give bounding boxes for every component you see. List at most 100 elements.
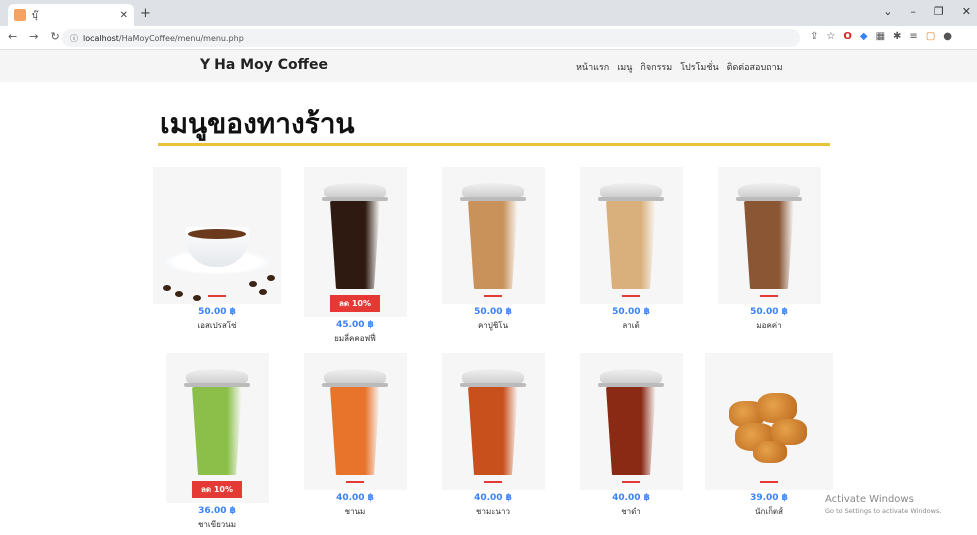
menu-item-price: 50.00 ฿: [198, 307, 236, 317]
nav-promotions[interactable]: โปรโมชั่น: [680, 60, 718, 74]
cup-rim-icon: [460, 383, 526, 387]
cup-rim-icon: [322, 383, 388, 387]
menu-item-image[interactable]: [441, 167, 545, 304]
sprout-icon: Y: [200, 57, 211, 73]
cup-rim-icon: [598, 383, 664, 387]
menu-item-price: 45.00 ฿: [336, 320, 374, 330]
drink-cup-icon: [330, 201, 380, 289]
cup-rim-icon: [736, 197, 802, 201]
menu-item-card[interactable]: ลด 10% 36.00 ฿ชาเขียวนม: [147, 353, 287, 531]
cup-lid-icon: [324, 369, 386, 383]
cup-lid-icon: [462, 183, 524, 197]
coffee-bean-icon: [249, 281, 257, 287]
drink-cup-icon: [606, 387, 656, 475]
grid-extension-icon[interactable]: ▦: [876, 31, 885, 42]
menu-item-card[interactable]: 40.00 ฿ชาดำ: [561, 353, 701, 518]
menu-item-image[interactable]: [303, 353, 407, 490]
profile-icon[interactable]: ●: [943, 31, 952, 42]
nav-menu[interactable]: เมนู: [617, 60, 632, 74]
browser-tab[interactable]: บุ๊ ✕: [8, 4, 134, 26]
menu-item-name[interactable]: ยมลี่คคอฟฟี่: [285, 332, 425, 345]
minimize-icon[interactable]: –: [910, 5, 916, 18]
site-info-icon[interactable]: ⓘ: [70, 33, 78, 44]
menu-item-image[interactable]: ลด 10%: [303, 167, 407, 317]
cup-rim-icon: [460, 197, 526, 201]
cup-rim-icon: [598, 197, 664, 201]
discount-badge: ลด 10%: [329, 295, 381, 312]
menu-item-image[interactable]: [153, 167, 281, 304]
menu-item-name[interactable]: นักเก็ตส์: [699, 505, 839, 518]
sidebar-icon[interactable]: ▢: [926, 31, 935, 42]
menu-item-card[interactable]: 50.00 ฿ลาเต้: [561, 167, 701, 332]
site-logo[interactable]: Y Ha Moy Coffee: [200, 57, 328, 73]
new-tab-icon[interactable]: +: [140, 6, 151, 21]
puzzle-extension-icon[interactable]: ✱: [893, 31, 901, 42]
discount-badge: ลด 10%: [191, 481, 243, 498]
nav-home[interactable]: หน้าแรก: [576, 60, 609, 74]
coffee-bean-icon: [259, 289, 267, 295]
menu-item-name[interactable]: ลาเต้: [561, 319, 701, 332]
url-field[interactable]: ⓘ localhost /HaMoyCoffee/menu/menu.php: [62, 29, 800, 47]
menu-item-image[interactable]: [717, 167, 821, 304]
menu-item-name[interactable]: มอคค่า: [699, 319, 839, 332]
accent-dash: [622, 481, 640, 483]
reading-list-icon[interactable]: ≡: [909, 31, 917, 42]
back-icon[interactable]: ←: [8, 30, 17, 43]
forward-icon[interactable]: →: [29, 30, 38, 43]
accent-dash: [484, 295, 502, 297]
menu-item-card[interactable]: 50.00 ฿คาปูชิโน: [423, 167, 563, 332]
menu-item-name[interactable]: คาปูชิโน: [423, 319, 563, 332]
menu-item-card[interactable]: 40.00 ฿ชามะนาว: [423, 353, 563, 518]
coffee-bean-icon: [163, 285, 171, 291]
reload-icon[interactable]: ↻: [50, 30, 59, 43]
drink-cup-icon: [468, 387, 518, 475]
site-header: Y Ha Moy Coffee หน้าแรก เมนู กิจกรรม โปร…: [0, 50, 977, 82]
menu-item-price: 40.00 ฿: [612, 493, 650, 503]
title-divider: [158, 143, 830, 146]
close-window-icon[interactable]: ✕: [962, 5, 971, 18]
menu-item-image[interactable]: [705, 353, 833, 490]
watermark-line-2: Go to Settings to activate Windows.: [825, 507, 942, 515]
menu-item-name[interactable]: ชาเขียวนม: [147, 518, 287, 531]
menu-item-card[interactable]: 50.00 ฿เอสเปรสโซ่: [147, 167, 287, 332]
menu-item-name[interactable]: ชามะนาว: [423, 505, 563, 518]
url-host: localhost: [83, 33, 119, 43]
menu-item-image[interactable]: ลด 10%: [165, 353, 269, 503]
menu-item-name[interactable]: ชานม: [285, 505, 425, 518]
menu-item-card[interactable]: 39.00 ฿นักเก็ตส์: [699, 353, 839, 518]
drink-cup-icon: [330, 387, 380, 475]
accent-dash: [484, 481, 502, 483]
menu-item-name[interactable]: เอสเปรสโซ่: [147, 319, 287, 332]
menu-item-image[interactable]: [579, 167, 683, 304]
menu-item-card[interactable]: 50.00 ฿มอคค่า: [699, 167, 839, 332]
menu-item-price: 50.00 ฿: [612, 307, 650, 317]
accent-dash: [760, 295, 778, 297]
extension-icon[interactable]: ◆: [860, 31, 868, 42]
menu-item-card[interactable]: 40.00 ฿ชานม: [285, 353, 425, 518]
tab-search-icon[interactable]: ⌄: [883, 5, 892, 18]
cup-lid-icon: [462, 369, 524, 383]
cup-lid-icon: [186, 369, 248, 383]
menu-item-price: 50.00 ฿: [750, 307, 788, 317]
cup-lid-icon: [738, 183, 800, 197]
opera-extension-icon[interactable]: O: [843, 31, 852, 42]
menu-item-price: 40.00 ฿: [474, 493, 512, 503]
menu-item-name[interactable]: ชาดำ: [561, 505, 701, 518]
nav-contact[interactable]: ติดต่อสอบถาม: [727, 60, 783, 74]
brand-name: Ha Moy Coffee: [214, 57, 328, 73]
tab-favicon-icon: [14, 9, 26, 21]
menu-item-price: 40.00 ฿: [336, 493, 374, 503]
menu-item-card[interactable]: ลด 10% 45.00 ฿ยมลี่คคอฟฟี่: [285, 167, 425, 345]
nav-activities[interactable]: กิจกรรม: [640, 60, 672, 74]
restore-icon[interactable]: ❐: [934, 5, 944, 18]
drink-cup-icon: [744, 201, 794, 289]
tab-close-icon[interactable]: ✕: [120, 10, 128, 21]
cup-rim-icon: [184, 383, 250, 387]
menu-item-image[interactable]: [441, 353, 545, 490]
bookmark-star-icon[interactable]: ☆: [826, 31, 835, 42]
coffee-bean-icon: [267, 275, 275, 281]
page-title: เมนูของทางร้าน: [160, 107, 355, 140]
share-icon[interactable]: ⇪: [810, 31, 818, 42]
coffee-bean-icon: [175, 291, 183, 297]
menu-item-image[interactable]: [579, 353, 683, 490]
